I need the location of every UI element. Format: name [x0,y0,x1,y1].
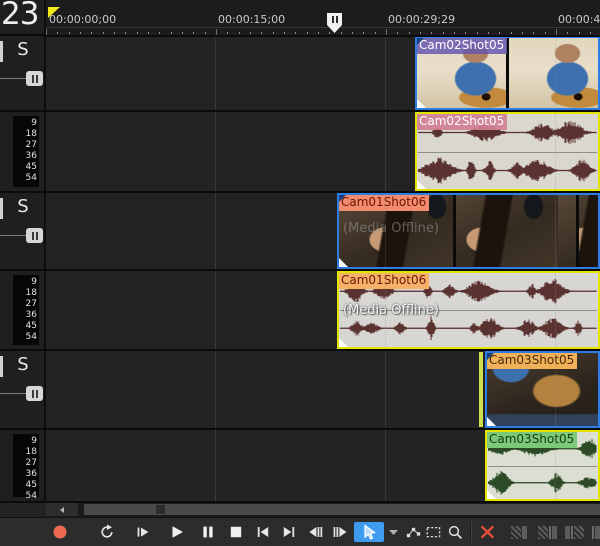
loop-playback-button[interactable] [96,522,118,542]
audio-track-2-header: 91827364554 [0,271,44,349]
horizontal-scrollbar[interactable] [46,502,600,517]
previous-frame-button[interactable] [306,522,325,542]
audio-meter-scale: 91827364554 [13,116,39,187]
clip-edge-marker [479,352,483,427]
chevron-down-icon [388,527,399,537]
audio-track-1-header: 91827364554 [0,112,44,191]
slider-handle-icon[interactable] [26,228,43,243]
clip-label: Cam02Shot05 [417,114,507,130]
ruler-timecode: 00:00:29;29 [388,13,455,26]
clip-video-cam01shot06[interactable]: Cam01Shot06 (Media Offline) [337,193,600,269]
trim-left-button[interactable] [508,522,530,542]
mute-button-edge[interactable] [0,198,3,219]
slip-trim-left-icon [538,526,557,539]
go-to-end-button[interactable] [280,522,298,542]
track-header-panel: 23 S 91827364554 S 91827364554 S 9182736… [0,0,46,502]
delete-button[interactable] [478,522,497,542]
clip-label: Cam03Shot05 [487,353,577,369]
selection-edit-tool-button[interactable] [424,522,442,542]
fade-handle-icon[interactable] [417,180,426,189]
envelope-edit-tool-button[interactable] [404,522,422,542]
transport-toolbar [0,517,600,546]
media-offline-text: (Media Offline) [343,221,439,236]
mute-button-edge[interactable] [0,356,3,377]
audio-track-3[interactable]: Cam03Shot05 [46,430,600,501]
audio-meter-scale: 91827364554 [13,275,39,345]
scroll-left-button[interactable] [46,503,78,516]
video-track-2-header: S [0,193,44,269]
magnifier-icon [447,524,464,541]
video-frame-thumbnail [579,195,598,267]
video-track-2[interactable]: Cam01Shot06 (Media Offline) [46,193,600,269]
solo-button[interactable]: S [12,195,34,219]
clip-label: Cam03Shot05 [487,432,577,448]
clip-audio-cam01shot06[interactable]: Cam01Shot06 (Media Offline) [337,271,600,349]
toolbar-divider [470,522,472,542]
media-offline-text: (Media Offline) [343,303,439,318]
slider-handle-icon[interactable] [26,71,43,86]
pause-button[interactable] [199,522,217,542]
timecode-display: 23 [1,0,38,32]
solo-button[interactable]: S [12,38,34,62]
video-track-1[interactable]: Cam02Shot05 [46,36,600,110]
mute-button-edge[interactable] [0,41,3,62]
record-button[interactable] [51,522,69,542]
trim-right-icon [565,526,584,539]
clip-audio-cam02shot05[interactable]: Cam02Shot05 [415,112,600,191]
video-editor-window: 00:00:00;00 00:00:15;00 00:00:29;29 00:0… [0,0,600,546]
clip-corner-icon [417,38,424,45]
slip-trim-right-button[interactable] [590,522,600,542]
video-frame-thumbnail [509,38,598,108]
video-track-3-header: S [0,351,44,428]
trim-right-button[interactable] [563,522,585,542]
cursor-pointer-icon [360,523,378,541]
stop-button[interactable] [228,522,244,542]
fade-handle-icon[interactable] [417,99,426,108]
tool-dropdown-button[interactable] [387,522,400,542]
next-frame-button[interactable] [331,522,350,542]
go-to-start-button[interactable] [254,522,272,542]
play-from-start-button[interactable] [134,522,152,542]
slider-handle-icon[interactable] [26,386,43,401]
audio-track-3-header: 91827364554 [0,430,44,501]
scrollbar-thumb[interactable] [156,505,165,514]
solo-button[interactable]: S [12,353,34,377]
audio-meter-scale: 91827364554 [13,434,39,497]
clip-video-cam03shot05[interactable]: Cam03Shot05 [485,351,600,428]
play-button[interactable] [167,522,187,542]
fade-handle-icon[interactable] [339,338,348,347]
audio-track-2[interactable]: Cam01Shot06 (Media Offline) [46,271,600,349]
channel-separator [418,152,597,153]
fade-handle-icon[interactable] [487,490,496,499]
fade-handle-icon[interactable] [487,417,496,426]
video-track-3[interactable]: Cam03Shot05 [46,351,600,428]
zoom-edit-tool-button[interactable] [446,522,464,542]
clip-video-cam02shot05[interactable]: Cam02Shot05 [415,36,600,110]
scrollbar-track[interactable] [84,504,600,515]
clip-corner-icon [339,195,346,202]
clip-label: Cam02Shot05 [417,38,507,54]
channel-separator [488,466,597,467]
left-arrow-icon [60,507,64,513]
timeline-ruler[interactable]: 00:00:00;00 00:00:15;00 00:00:29;29 00:0… [46,0,600,36]
video-frame-thumbnail [456,195,575,267]
audio-track-1[interactable]: Cam02Shot05 [46,112,600,191]
ruler-timecode: 00:00:00;00 [49,13,116,26]
slip-trim-left-button[interactable] [536,522,558,542]
ruler-timecode: 00:00:44;4 [558,13,600,26]
clip-corner-icon [487,353,494,360]
ruler-timecode: 00:00:15;00 [218,13,285,26]
video-track-1-header: S [0,36,44,110]
clip-audio-cam03shot05[interactable]: Cam03Shot05 [485,430,600,501]
normal-edit-tool-button[interactable] [354,522,384,542]
fade-handle-icon[interactable] [339,258,348,267]
x-icon [479,524,496,540]
trim-left-icon [511,526,527,539]
slip-trim-right-icon [592,526,600,539]
